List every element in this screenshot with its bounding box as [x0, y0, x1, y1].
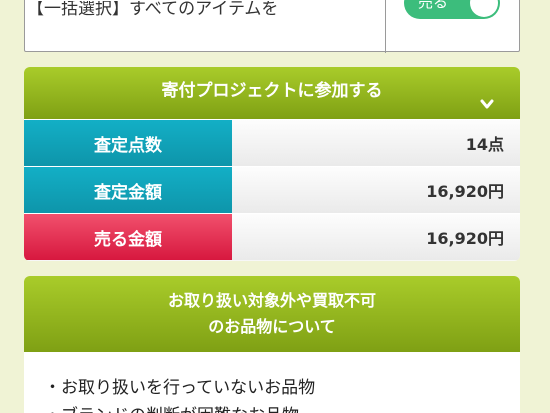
notice-title-line2: のお品物について: [208, 317, 336, 336]
assessed-amount-row: 査定金額 16,920円: [24, 166, 520, 213]
assessed-amount-value: 16,920円: [232, 167, 520, 213]
sell-amount-value: 16,920円: [232, 214, 520, 260]
notice-item: ・ブランドの判断が困難なお品物: [44, 402, 520, 413]
divider: [385, 0, 386, 53]
non-purchasable-notice-card: お取り扱い対象外や買取不可 のお品物について ・お取り扱いを行っていないお品物 …: [24, 276, 520, 413]
assessed-count-row: 査定点数 14点: [24, 119, 520, 166]
donation-project-header[interactable]: 寄付プロジェクトに参加する: [24, 67, 520, 119]
chevron-down-icon: [480, 99, 494, 109]
notice-header[interactable]: お取り扱い対象外や買取不可 のお品物について: [24, 276, 520, 352]
sell-amount-row: 売る金額 16,920円: [24, 213, 520, 260]
assessment-card: 寄付プロジェクトに参加する 査定点数 14点 査定金額 16,920円 売る金額…: [24, 67, 520, 261]
assessed-amount-label: 査定金額: [24, 167, 232, 213]
assessed-count-value: 14点: [232, 120, 520, 166]
toggle-knob: [470, 0, 498, 17]
notice-item: ・お取り扱いを行っていないお品物: [44, 378, 316, 398]
toggle-label: 売る: [418, 0, 449, 11]
sell-all-toggle[interactable]: 売る: [404, 0, 500, 19]
notice-title-line1: お取り扱い対象外や買取不可: [167, 291, 376, 310]
sell-amount-label: 売る金額: [24, 214, 232, 260]
assessed-count-label: 査定点数: [24, 120, 232, 166]
donation-project-title: 寄付プロジェクトに参加する: [161, 81, 383, 101]
bulk-select-box: 【一括選択】すべてのアイテムを 売る: [24, 0, 520, 53]
bulk-select-label: 【一括選択】すべてのアイテムを: [27, 1, 279, 19]
notice-body: ・お取り扱いを行っていないお品物 ・ブランドの判断が困難なお品物: [24, 352, 520, 413]
